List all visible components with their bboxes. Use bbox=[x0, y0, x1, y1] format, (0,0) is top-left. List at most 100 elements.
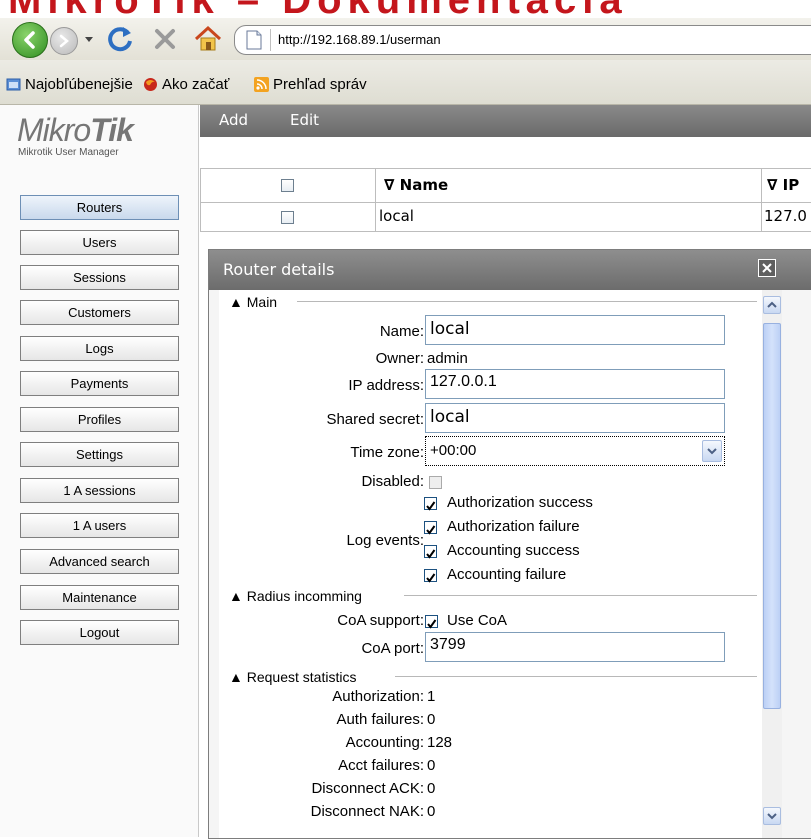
column-header-ip[interactable]: ∇ IP bbox=[761, 168, 811, 203]
name-input[interactable]: local bbox=[425, 315, 725, 345]
sidebar-item-customers[interactable]: Customers bbox=[20, 300, 179, 325]
home-icon bbox=[194, 25, 222, 51]
stat-authorization-label: Authorization: bbox=[332, 688, 424, 705]
sidebar-item-logout[interactable]: Logout bbox=[20, 620, 179, 645]
scrollbar-thumb[interactable] bbox=[763, 323, 781, 709]
bookmark-getting-started[interactable]: Ako začať bbox=[143, 76, 253, 94]
router-name: local bbox=[379, 207, 414, 225]
ip-address-label: IP address: bbox=[348, 377, 424, 394]
stop-button[interactable] bbox=[150, 24, 180, 54]
router-ip: 127.0 bbox=[764, 207, 807, 225]
forward-button[interactable] bbox=[50, 27, 78, 55]
bookmark-news-feed[interactable]: Prehľad správ bbox=[254, 76, 394, 94]
section-divider bbox=[297, 301, 757, 302]
owner-label: Owner: bbox=[375, 350, 424, 367]
time-zone-label: Time zone: bbox=[350, 444, 424, 461]
name-label: Name: bbox=[379, 323, 424, 340]
column-header-name[interactable]: ∇ Name bbox=[375, 168, 762, 203]
close-button[interactable] bbox=[758, 259, 776, 277]
stat-auth-failures-value: 0 bbox=[427, 711, 436, 728]
section-divider bbox=[395, 676, 757, 677]
url-text[interactable]: http://192.168.89.1/userman bbox=[278, 32, 441, 47]
coa-port-input[interactable]: 3799 bbox=[425, 632, 725, 662]
column-header-ip-label: ∇ IP bbox=[767, 176, 800, 194]
time-zone-select[interactable]: +00:00 bbox=[425, 436, 725, 466]
add-menu-button[interactable]: Add bbox=[219, 111, 248, 129]
dialog-scrollbar[interactable] bbox=[762, 290, 782, 838]
home-button[interactable] bbox=[193, 24, 223, 54]
coa-support-checkbox[interactable] bbox=[425, 615, 438, 629]
disabled-checkbox[interactable] bbox=[429, 476, 442, 489]
logo-text-bold: Tik bbox=[90, 112, 134, 148]
back-button[interactable] bbox=[12, 22, 48, 58]
section-main-toggle[interactable]: ▲ Main bbox=[229, 294, 277, 310]
sidebar-item-users[interactable]: Users bbox=[20, 230, 179, 255]
back-arrow-icon bbox=[24, 31, 35, 49]
sidebar-item-logs[interactable]: Logs bbox=[20, 336, 179, 361]
log-accounting-success-checkbox[interactable] bbox=[424, 545, 437, 559]
log-authorization-success-checkbox[interactable] bbox=[424, 497, 437, 511]
edit-menu-button[interactable]: Edit bbox=[290, 111, 319, 129]
sidebar-item-maintenance[interactable]: Maintenance bbox=[20, 585, 179, 610]
checkmark-icon bbox=[426, 549, 436, 559]
scroll-down-button[interactable] bbox=[763, 807, 781, 825]
banner-text: MikroTik – Dokumentácia bbox=[8, 0, 628, 18]
dialog-title: Router details bbox=[223, 260, 335, 279]
sidebar-item-profiles[interactable]: Profiles bbox=[20, 407, 179, 432]
browser-toolbar: http://192.168.89.1/userman bbox=[0, 18, 811, 60]
sidebar-item-settings[interactable]: Settings bbox=[20, 442, 179, 467]
address-bar[interactable]: http://192.168.89.1/userman bbox=[234, 25, 811, 55]
stat-acct-failures-label: Acct failures: bbox=[338, 757, 424, 774]
log-authorization-failure-checkbox[interactable] bbox=[424, 521, 437, 535]
log-accounting-failure-checkbox[interactable] bbox=[424, 569, 437, 583]
row-checkbox[interactable] bbox=[281, 211, 294, 224]
sidebar-item-payments[interactable]: Payments bbox=[20, 371, 179, 396]
chevron-down-icon bbox=[707, 448, 717, 455]
bookmark-label: Najobľúbenejšie bbox=[25, 76, 133, 93]
sidebar-item-sessions[interactable]: Sessions bbox=[20, 265, 179, 290]
page-icon bbox=[246, 30, 262, 50]
log-accounting-failure-label: Accounting failure bbox=[447, 566, 567, 583]
time-zone-dropdown-button[interactable] bbox=[702, 440, 722, 462]
reload-button[interactable] bbox=[106, 24, 136, 54]
coa-support-option-label: Use CoA bbox=[447, 612, 508, 629]
mikrotik-logo: MikroTik Mikrotik User Manager bbox=[17, 112, 187, 172]
section-statistics-toggle[interactable]: ▲ Request statistics bbox=[229, 669, 356, 685]
bookmark-most-visited[interactable]: Najobľúbenejšie bbox=[6, 76, 136, 94]
stat-disconnect-nak-label: Disconnect NAK: bbox=[310, 803, 424, 820]
table-cell-name[interactable]: local bbox=[375, 202, 762, 232]
dialog-title-bar[interactable]: Router details bbox=[209, 250, 811, 290]
select-all-checkbox[interactable] bbox=[281, 179, 294, 192]
close-icon bbox=[762, 263, 772, 273]
forward-arrow-icon bbox=[59, 34, 69, 48]
sidebar-item-1a-sessions[interactable]: 1 A sessions bbox=[20, 478, 179, 503]
chevron-down-icon bbox=[85, 37, 93, 42]
section-radius-toggle[interactable]: ▲ Radius incomming bbox=[229, 588, 362, 604]
coa-port-label: CoA port: bbox=[361, 640, 424, 657]
stat-disconnect-ack-label: Disconnect ACK: bbox=[311, 780, 424, 797]
table-cell-ip[interactable]: 127.0 bbox=[761, 202, 811, 232]
main-menubar: Add Edit bbox=[200, 105, 811, 137]
sidebar-item-advanced-search[interactable]: Advanced search bbox=[20, 549, 179, 574]
shared-secret-input[interactable]: local bbox=[425, 403, 725, 433]
dialog-right-edge bbox=[782, 290, 811, 838]
shared-secret-label: Shared secret: bbox=[326, 411, 424, 428]
document-title-banner: MikroTik – Dokumentácia bbox=[0, 0, 811, 18]
checkmark-icon bbox=[426, 501, 436, 511]
stat-accounting-label: Accounting: bbox=[345, 734, 424, 751]
sidebar-item-1a-users[interactable]: 1 A users bbox=[20, 513, 179, 538]
ip-address-input[interactable]: 127.0.0.1 bbox=[425, 369, 725, 399]
scroll-up-button[interactable] bbox=[763, 296, 781, 314]
log-accounting-success-label: Accounting success bbox=[447, 542, 580, 559]
history-dropdown-button[interactable] bbox=[82, 26, 96, 54]
disabled-label: Disabled: bbox=[361, 473, 424, 490]
logo-subtitle: Mikrotik User Manager bbox=[18, 147, 119, 158]
rss-icon bbox=[254, 77, 269, 92]
bookmark-label: Ako začať bbox=[162, 76, 230, 93]
checkmark-icon bbox=[426, 573, 436, 583]
bookmark-folder-icon bbox=[6, 78, 21, 91]
stat-disconnect-nak-value: 0 bbox=[427, 803, 436, 820]
reload-icon bbox=[108, 27, 132, 52]
sidebar-item-routers[interactable]: Routers bbox=[20, 195, 179, 220]
logo-text-light: Mikro bbox=[17, 112, 91, 148]
